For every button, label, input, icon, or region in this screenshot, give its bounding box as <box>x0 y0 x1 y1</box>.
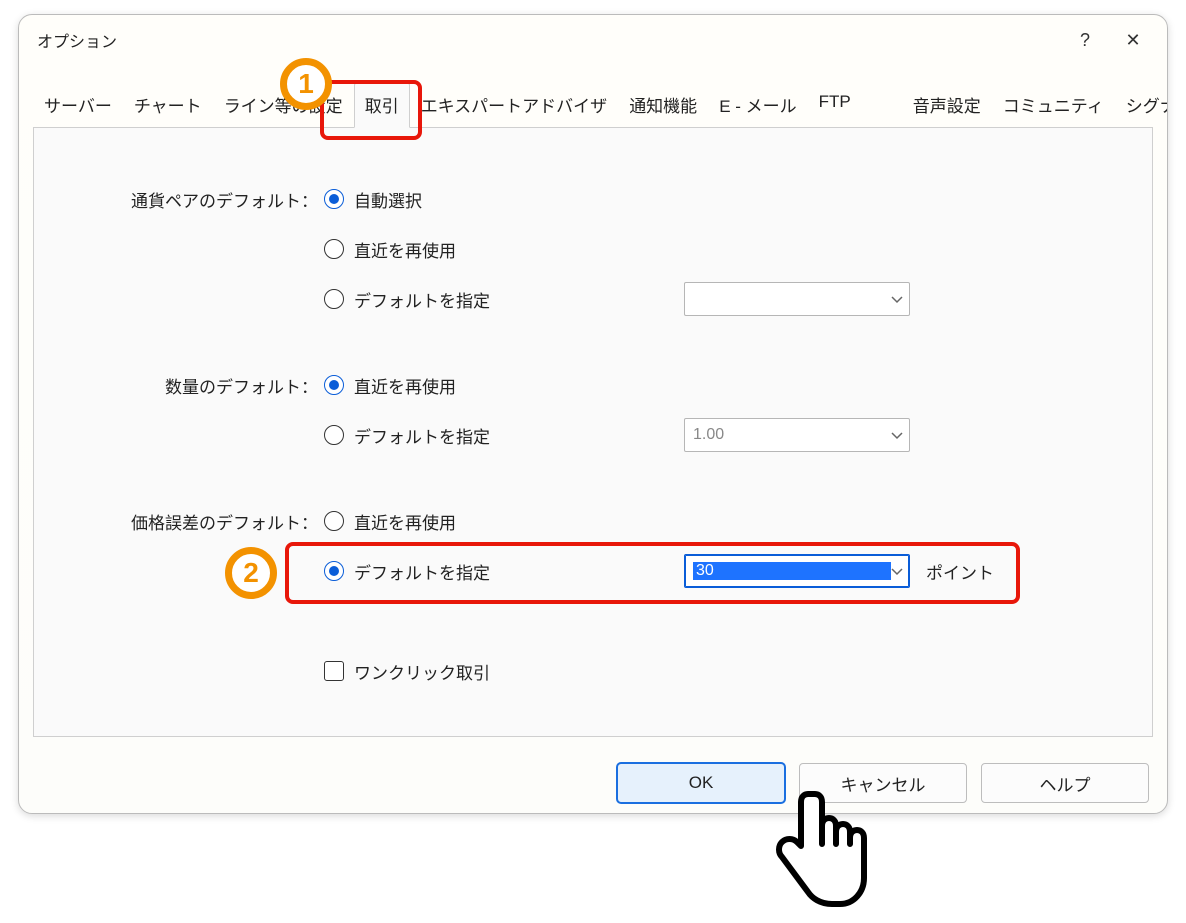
close-button[interactable]: ✕ <box>1109 18 1157 62</box>
radio-volume-default[interactable]: デフォルトを指定 <box>324 423 684 448</box>
radio-currency-last[interactable]: 直近を再使用 <box>324 237 684 262</box>
tab-ftp[interactable]: FTP <box>808 83 862 128</box>
ok-button[interactable]: OK <box>617 763 785 803</box>
radio-volume-last[interactable]: 直近を再使用 <box>324 373 684 398</box>
window-title: オプション <box>37 28 1061 52</box>
tab-strip: サーバー チャート ライン等の設定 取引 エキスパートアドバイザ 通知機能 E … <box>19 83 1167 128</box>
radio-currency-default[interactable]: デフォルトを指定 <box>324 287 684 312</box>
help-button[interactable]: ? <box>1061 18 1109 62</box>
radio-icon <box>324 375 344 395</box>
dialog-footer: OK キャンセル ヘルプ <box>617 763 1149 803</box>
tab-content-frame: 通貨ペアのデフォルト： 自動選択 直近を再使用 <box>33 127 1153 737</box>
combo-deviation-default[interactable]: 30 <box>684 554 910 588</box>
radio-label: 直近を再使用 <box>354 373 456 398</box>
chevron-down-icon <box>891 291 903 307</box>
help-button-footer[interactable]: ヘルプ <box>981 763 1149 803</box>
screenshot-root: オプション ? ✕ サーバー チャート ライン等の設定 取引 エキスパートアドバ… <box>0 0 1186 923</box>
checkbox-label: ワンクリック取引 <box>354 659 490 684</box>
radio-icon <box>324 561 344 581</box>
annotation-badge-1: 1 <box>280 58 332 110</box>
close-icon: ✕ <box>1125 30 1140 51</box>
radio-label: デフォルトを指定 <box>354 423 490 448</box>
radio-label: デフォルトを指定 <box>354 287 490 312</box>
tab-email[interactable]: E - メール <box>708 83 807 128</box>
unit-points: ポイント <box>914 559 1034 584</box>
combo-currency-default[interactable] <box>684 282 910 316</box>
help-icon: ? <box>1080 30 1090 51</box>
annotation-badge-2: 2 <box>225 547 277 599</box>
label-currency-pair-default: 通貨ペアのデフォルト： <box>74 187 324 212</box>
tab-chart[interactable]: チャート <box>123 83 213 128</box>
tab-content: 通貨ペアのデフォルト： 自動選択 直近を再使用 <box>34 128 1152 716</box>
tab-trade[interactable]: 取引 <box>354 83 410 128</box>
radio-icon <box>324 239 344 259</box>
combo-volume-default[interactable]: 1.00 <box>684 418 910 452</box>
checkbox-one-click-trading[interactable]: ワンクリック取引 <box>324 659 684 684</box>
radio-icon <box>324 511 344 531</box>
radio-icon <box>324 425 344 445</box>
tab-sound[interactable]: 音声設定 <box>902 83 992 128</box>
radio-label: デフォルトを指定 <box>354 559 490 584</box>
radio-icon <box>324 189 344 209</box>
tab-signal[interactable]: シグナル <box>1115 83 1168 128</box>
radio-label: 直近を再使用 <box>354 237 456 262</box>
radio-currency-auto[interactable]: 自動選択 <box>324 187 684 212</box>
radio-deviation-last[interactable]: 直近を再使用 <box>324 509 684 534</box>
radio-icon <box>324 289 344 309</box>
checkbox-icon <box>324 661 344 681</box>
combo-value: 30 <box>693 562 891 580</box>
combo-value: 1.00 <box>693 426 891 444</box>
tab-community[interactable]: コミュニティ <box>992 83 1115 128</box>
label-deviation-default: 価格誤差のデフォルト： <box>74 509 324 534</box>
radio-deviation-default[interactable]: デフォルトを指定 <box>324 559 684 584</box>
titlebar: オプション ? ✕ <box>19 15 1167 65</box>
tab-notification[interactable]: 通知機能 <box>618 83 708 128</box>
tab-spacer <box>862 83 902 128</box>
tab-server[interactable]: サーバー <box>33 83 123 128</box>
radio-label: 直近を再使用 <box>354 509 456 534</box>
label-volume-default: 数量のデフォルト： <box>74 373 324 398</box>
options-dialog: オプション ? ✕ サーバー チャート ライン等の設定 取引 エキスパートアドバ… <box>18 14 1168 814</box>
tab-expert-advisor[interactable]: エキスパートアドバイザ <box>410 83 619 128</box>
chevron-down-icon <box>891 563 903 579</box>
chevron-down-icon <box>891 427 903 443</box>
cursor-hand-icon <box>762 788 872 918</box>
radio-label: 自動選択 <box>354 187 422 212</box>
